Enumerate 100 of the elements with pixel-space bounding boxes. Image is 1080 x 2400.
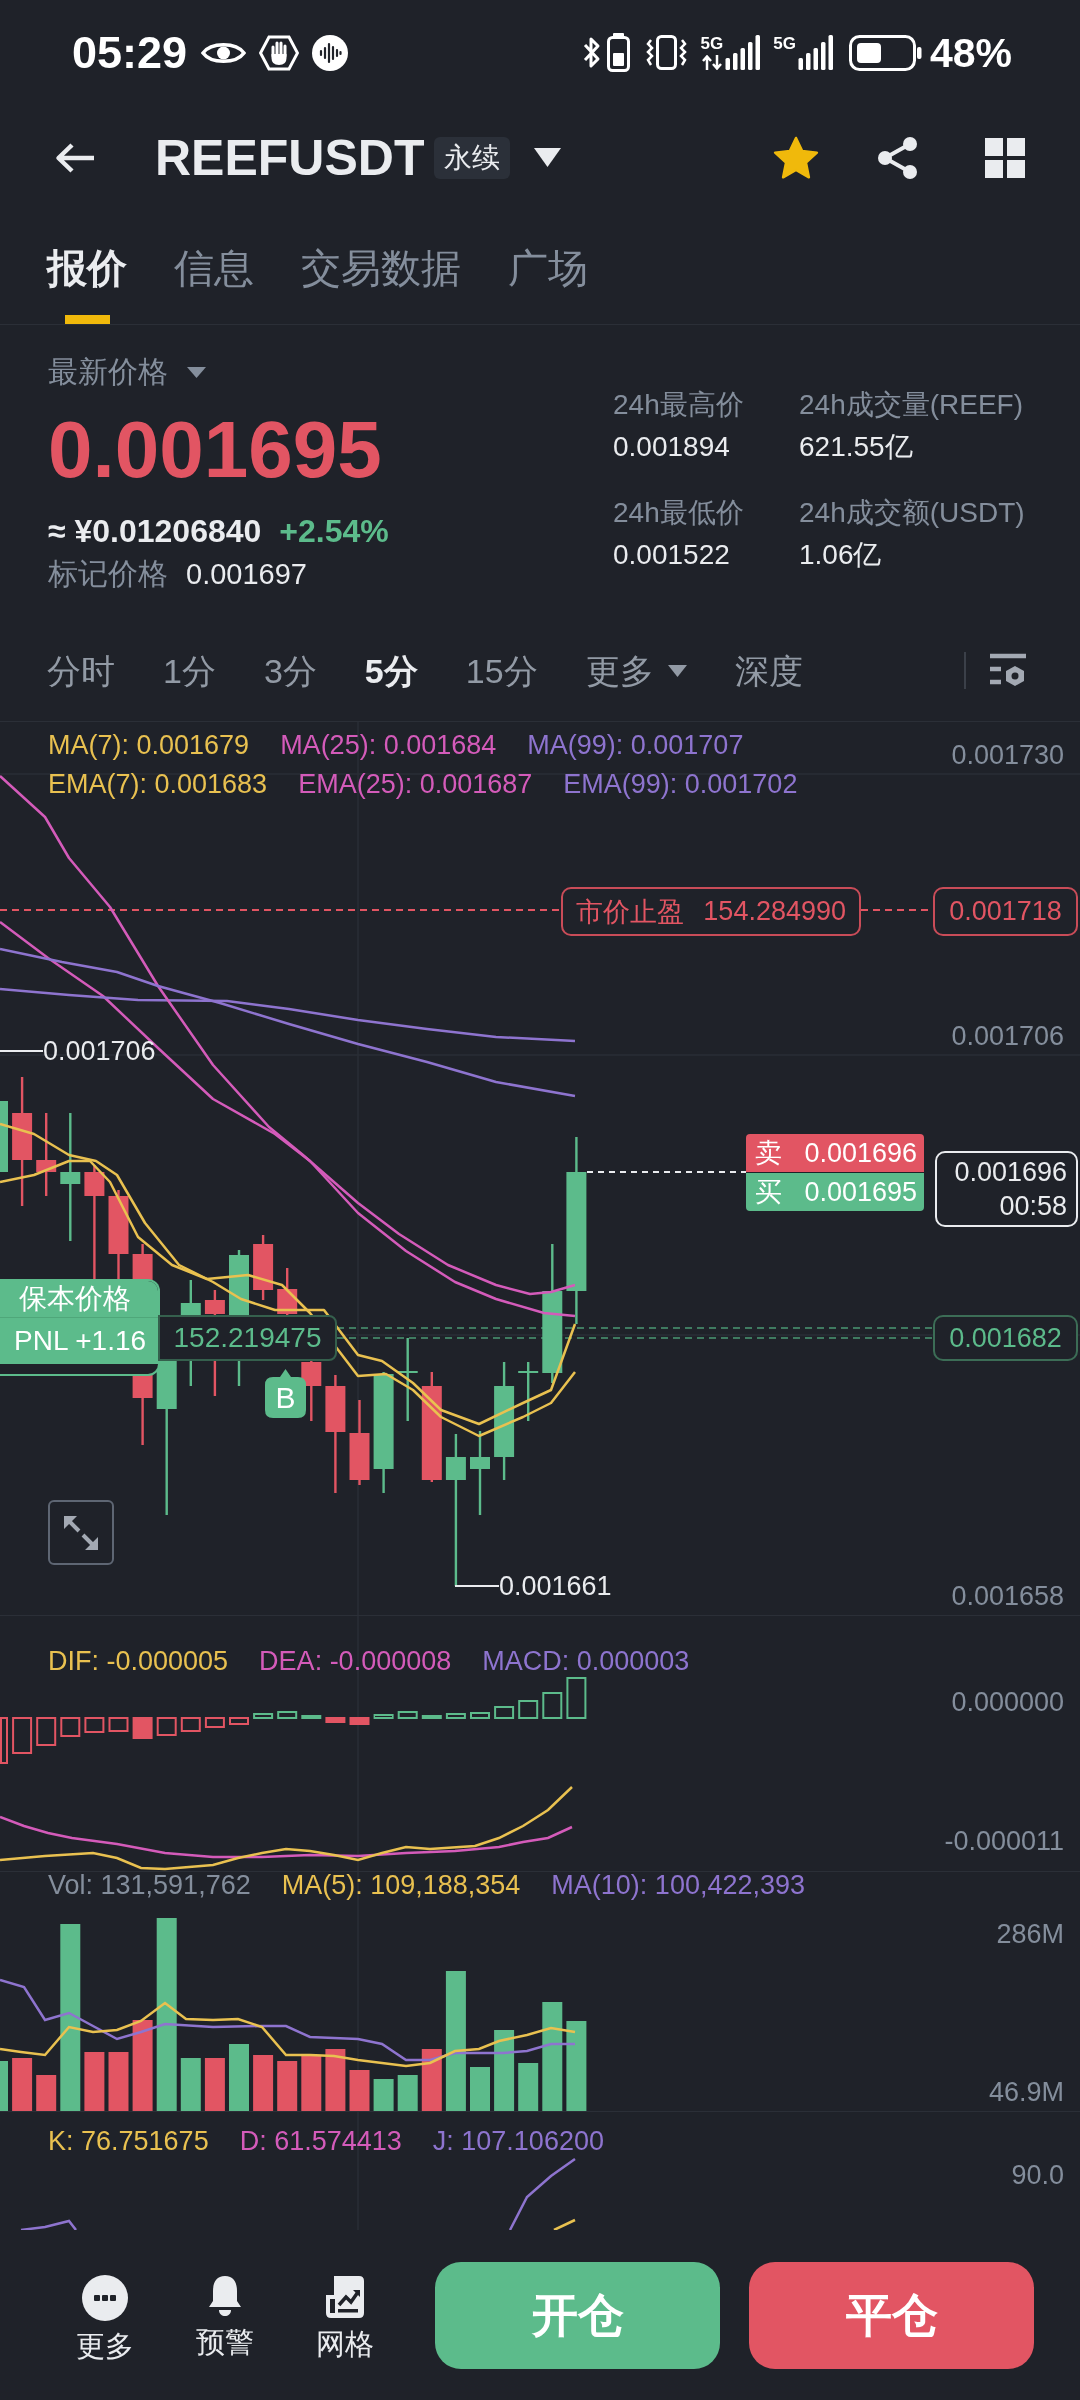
- volume-legend: MA(5): 109,188,354: [281, 1872, 521, 1898]
- ask-label: 卖: [755, 1137, 782, 1170]
- last-price: 0.001695: [48, 406, 382, 494]
- grid-icon[interactable]: [985, 137, 1025, 178]
- ma-legend: MA(99): 0.001707: [527, 726, 744, 765]
- volume-axis-label: 46.9M: [988, 2076, 1064, 2109]
- fullscreen-button[interactable]: [48, 1500, 114, 1565]
- tab[interactable]: 信息: [174, 244, 254, 324]
- volume-axis-label: 286M: [996, 1918, 1064, 1951]
- volume-bar: [421, 2049, 442, 2111]
- interval-tab[interactable]: 深度: [734, 648, 803, 693]
- macd-legend: MACD: 0.000003: [482, 1643, 690, 1679]
- position-price-tag: 0.001682: [933, 1315, 1078, 1361]
- ema-legend: EMA(25): 0.001687: [298, 765, 533, 804]
- volume-bar: [84, 2052, 105, 2111]
- macd-bar: [180, 1717, 201, 1732]
- more-dropdown[interactable]: 更多: [585, 648, 687, 693]
- macd-bar: [204, 1717, 225, 1728]
- price-type-dropdown[interactable]: 最新价格: [48, 352, 206, 392]
- price-axis-label: 0.001730: [951, 739, 1064, 772]
- interval-tab[interactable]: 5分: [364, 648, 418, 693]
- low-price-label: 0.001661: [499, 1570, 612, 1603]
- kdj-legend: J: 107.106200: [432, 2123, 604, 2159]
- data-arrows-icon: [700, 55, 723, 70]
- volume-bar: [0, 2061, 8, 2111]
- macd-bar: [156, 1717, 177, 1736]
- buy-marker: B: [265, 1369, 306, 1418]
- ema-legend: EMA(99): 0.001702: [563, 765, 798, 804]
- candle: [0, 1101, 8, 1172]
- interval-tab[interactable]: 分时: [47, 648, 115, 693]
- candle: [253, 1235, 274, 1300]
- macd-bar: [132, 1717, 153, 1739]
- macd-bar: [0, 1717, 8, 1764]
- share-icon[interactable]: [877, 135, 919, 180]
- interval-tab[interactable]: 1分: [163, 648, 216, 693]
- tab[interactable]: 广场: [508, 244, 588, 324]
- back-icon[interactable]: [54, 141, 96, 174]
- contract-type-tag: 永续: [434, 136, 511, 179]
- bluetooth-icon: [581, 35, 602, 70]
- macd-bar: [373, 1714, 394, 1719]
- stat-value: 621.55亿: [799, 430, 913, 464]
- volume-bar: [253, 2055, 274, 2111]
- settings-icon[interactable]: [990, 652, 1026, 689]
- interval-tab[interactable]: 15分: [465, 648, 538, 693]
- ema-legend: EMA(7): 0.001683: [48, 765, 268, 804]
- mark-price: 0.001697: [186, 557, 307, 592]
- bid-price: 0.001695: [804, 1176, 917, 1208]
- signal-icon: [797, 35, 834, 70]
- k-line: [553, 2218, 576, 2230]
- small-battery-icon: [606, 33, 630, 72]
- alert-button[interactable]: 预警: [167, 2275, 283, 2359]
- more-button[interactable]: 更多: [47, 2275, 163, 2363]
- macd-bar: [542, 1692, 563, 1719]
- macd-bar: [253, 1713, 274, 1719]
- caret-icon: [667, 664, 687, 677]
- volume-bar: [12, 2058, 33, 2111]
- star-icon[interactable]: [773, 135, 819, 180]
- countdown-timer: 00:58: [999, 1190, 1067, 1223]
- sound-wave-icon: [312, 34, 349, 71]
- status-time: 05:29: [72, 26, 188, 79]
- chart-document-icon: [325, 2275, 365, 2319]
- ma-legend: MA(25): 0.001684: [280, 726, 497, 765]
- network-type-label: 5G: [773, 35, 796, 53]
- macd-bar: [277, 1711, 298, 1719]
- expand-icon: [62, 1513, 100, 1552]
- stat-value: 0.001522: [613, 538, 730, 572]
- macd-bar: [421, 1715, 442, 1719]
- bell-icon: [206, 2275, 244, 2317]
- price-axis-label: 0.001658: [951, 1580, 1064, 1613]
- volume-bar: [373, 2079, 394, 2111]
- interval-tab[interactable]: 3分: [263, 648, 317, 693]
- tab[interactable]: 报价: [47, 244, 127, 324]
- macd-bar: [349, 1717, 370, 1725]
- volume-bar: [470, 2067, 490, 2111]
- macd-legend: DIF: -0.000005: [48, 1643, 229, 1679]
- volume-bar: [229, 2044, 249, 2111]
- network-type-label: 5G: [700, 35, 724, 53]
- kdj-legend: K: 76.751675: [48, 2123, 209, 2159]
- bid-label: 买: [755, 1176, 782, 1209]
- price-change: +2.54%: [279, 512, 389, 551]
- macd-bar: [397, 1711, 418, 1719]
- stat-value: 1.06亿: [799, 538, 882, 572]
- last-price-value: 0.001696: [954, 1156, 1067, 1189]
- take-profit-label: 市价止盈: [576, 895, 684, 929]
- stat-label: 24h成交量(REEF): [799, 388, 1024, 422]
- pair-title[interactable]: REEFUSDT: [155, 127, 425, 188]
- close-position-button[interactable]: 平仓: [749, 2262, 1034, 2369]
- caret-icon[interactable]: [534, 148, 562, 167]
- volume-bar: [277, 2061, 298, 2111]
- take-profit-tag[interactable]: 市价止盈 154.284990: [561, 887, 861, 936]
- ask-price: 0.001696: [804, 1137, 917, 1169]
- macd-bar: [445, 1713, 466, 1719]
- volume-bar: [301, 2056, 322, 2111]
- volume-bar: [349, 2070, 370, 2111]
- volume-bar: [108, 2052, 129, 2111]
- tab[interactable]: 交易数据: [301, 244, 461, 324]
- candle: [518, 1362, 539, 1421]
- grid-button[interactable]: 网格: [287, 2275, 403, 2361]
- ma-legend: MA(7): 0.001679: [48, 726, 250, 765]
- price-axis-label: 0.001706: [951, 1020, 1064, 1053]
